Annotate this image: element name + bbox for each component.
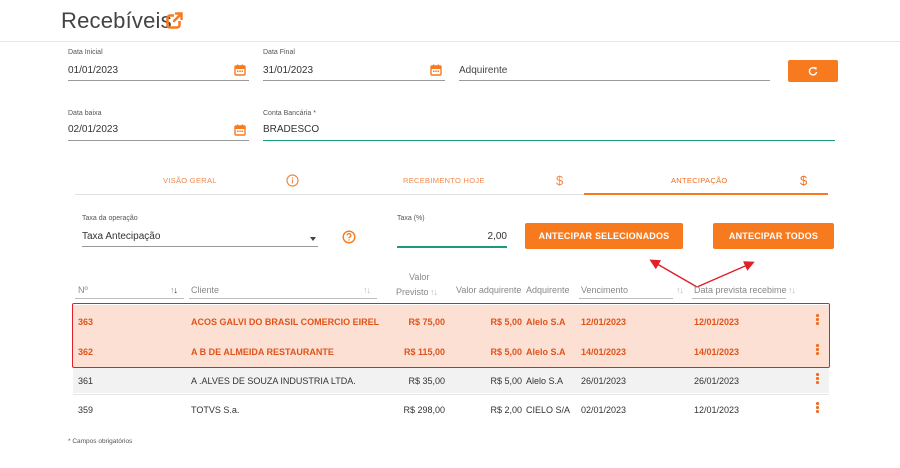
more-vert-icon[interactable] — [816, 373, 819, 385]
cell-numero: 359 — [78, 405, 94, 415]
calendar-icon[interactable] — [430, 64, 442, 76]
taxa-operacao-select[interactable]: Taxa Antecipação — [82, 229, 318, 247]
taxa-operacao-value: Taxa Antecipação — [82, 231, 161, 242]
antecipar-selecionados-button[interactable]: ANTECIPAR SELECIONADOS — [525, 223, 683, 249]
sort-icon[interactable]: ↑↓ — [430, 287, 438, 297]
data-final-underline — [263, 80, 445, 81]
adquirente-input[interactable]: Adquirente — [459, 65, 507, 76]
taxa-percent-input[interactable]: 2,00 — [397, 231, 507, 242]
data-final-input[interactable]: 31/01/2023 — [263, 65, 313, 76]
external-link-icon[interactable] — [166, 12, 183, 29]
sort-icon[interactable]: ↑↓ — [788, 285, 796, 295]
cell-vencimento: 02/01/2023 — [581, 405, 627, 415]
col-header-data-prevista[interactable]: Data prevista recebime — [694, 285, 787, 295]
col-header-underline — [189, 298, 377, 299]
adquirente-underline — [459, 80, 770, 81]
annotation-highlight-box — [72, 303, 830, 368]
data-baixa-underline — [68, 140, 249, 141]
cell-adquirente: Alelo S.A — [526, 376, 564, 386]
data-baixa-input[interactable]: 02/01/2023 — [68, 124, 118, 135]
data-inicial-underline — [68, 80, 249, 81]
data-inicial-label: Data Inicial — [68, 49, 103, 56]
refresh-button[interactable] — [788, 60, 838, 82]
cell-vencimento: 26/01/2023 — [581, 376, 627, 386]
cell-valor-previsto: R$ 298,00 — [403, 405, 445, 415]
dollar-icon: $ — [800, 173, 808, 188]
data-final-label: Data Final — [263, 49, 295, 56]
more-vert-icon[interactable] — [816, 402, 819, 414]
refresh-icon — [808, 67, 818, 76]
tab-recebimento-hoje[interactable]: RECEBIMENTO HOJE $ — [328, 168, 584, 194]
cell-valor-adquirente: R$ 5,00 — [490, 376, 522, 386]
cell-cliente: TOTVS S.a. — [191, 405, 240, 415]
sort-icon[interactable]: ↑↓ — [170, 285, 178, 295]
conta-bancaria-underline — [263, 140, 835, 141]
data-baixa-label: Data baixa — [68, 110, 102, 117]
sort-icon[interactable]: ↑↓ — [676, 285, 684, 295]
col-header-underline — [579, 298, 673, 299]
taxa-percent-underline — [397, 246, 507, 248]
header-divider — [0, 41, 900, 42]
col-header-valor-previsto-2[interactable]: Previsto — [396, 287, 429, 297]
conta-bancaria-label: Conta Bancária * — [263, 110, 316, 117]
info-icon — [286, 174, 299, 187]
taxa-operacao-underline — [82, 246, 318, 247]
col-header-valor-adquirente[interactable]: Valor adquirente — [456, 285, 521, 295]
cell-valor-adquirente: R$ 2,00 — [490, 405, 522, 415]
taxa-percent-label: Taxa (%) — [397, 215, 425, 222]
cell-numero: 361 — [78, 376, 94, 386]
cell-valor-previsto: R$ 35,00 — [408, 376, 445, 386]
col-header-adquirente[interactable]: Adquirente — [526, 285, 570, 295]
tab-antecipacao[interactable]: ANTECIPAÇÃO $ — [584, 168, 828, 195]
col-header-valor-previsto-1[interactable]: Valor — [409, 272, 429, 282]
dollar-icon: $ — [556, 173, 564, 188]
sort-icon[interactable]: ↑↓ — [363, 285, 371, 295]
col-header-underline — [75, 298, 184, 299]
col-header-cliente[interactable]: Cliente — [191, 285, 219, 295]
tab-label: RECEBIMENTO HOJE — [403, 176, 485, 185]
antecipar-todos-button[interactable]: ANTECIPAR TODOS — [713, 223, 834, 249]
cell-adquirente: CIELO S/A — [526, 405, 571, 415]
chevron-down-icon — [310, 237, 316, 241]
taxa-operacao-label: Taxa da operação — [82, 215, 138, 222]
cell-data-prevista: 12/01/2023 — [694, 405, 740, 415]
data-inicial-input[interactable]: 01/01/2023 — [68, 65, 118, 76]
cell-data-prevista: 26/01/2023 — [694, 376, 740, 386]
calendar-icon[interactable] — [234, 124, 246, 136]
tab-label: VISÃO GERAL — [163, 176, 217, 185]
cell-cliente: A .ALVES DE SOUZA INDUSTRIA LTDA. — [191, 376, 356, 386]
calendar-icon[interactable] — [234, 64, 246, 76]
col-header-numero[interactable]: Nº — [78, 285, 88, 295]
page-title: Recebíveis — [61, 8, 172, 33]
conta-bancaria-input[interactable]: BRADESCO — [263, 124, 319, 135]
help-icon[interactable] — [342, 230, 356, 244]
tab-label: ANTECIPAÇÃO — [671, 176, 728, 185]
required-fields-note: * Campos obrigatórios — [68, 438, 133, 445]
tab-active-indicator — [584, 193, 828, 195]
col-header-underline — [692, 298, 786, 299]
col-header-vencimento[interactable]: Vencimento — [581, 285, 628, 295]
tab-visao-geral[interactable]: VISÃO GERAL — [75, 168, 328, 194]
